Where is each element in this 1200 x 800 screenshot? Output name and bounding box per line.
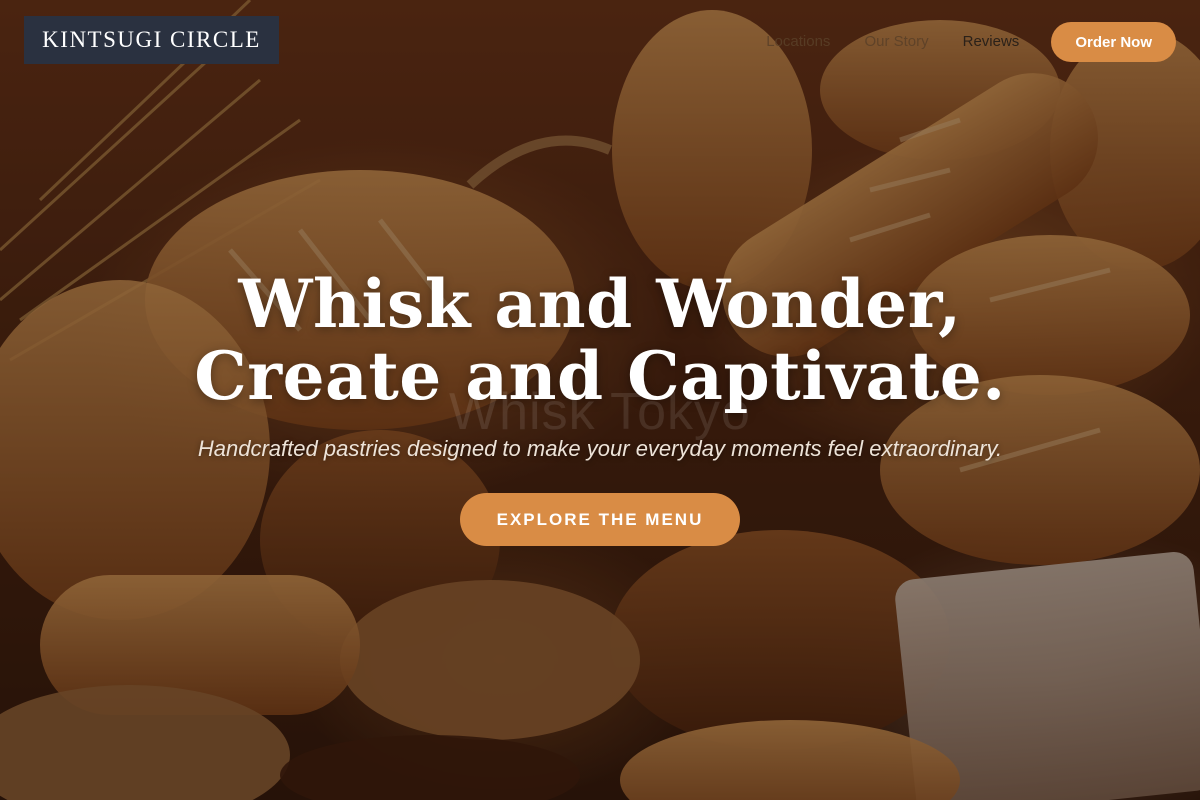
explore-menu-button[interactable]: EXPLORE THE MENU <box>460 493 740 546</box>
hero-section: KINTSUGI CIRCLE Locations Our Story Revi… <box>0 0 1200 800</box>
nav-link-our-story[interactable]: Our Story <box>864 24 928 60</box>
headline-line-1: Whisk and Wonder, <box>238 265 962 343</box>
order-now-button[interactable]: Order Now <box>1051 22 1176 62</box>
brand-logo[interactable]: KINTSUGI CIRCLE <box>24 16 279 64</box>
ghost-watermark-text: Whisk Tokyo <box>449 383 751 441</box>
hero-tagline: Handcrafted pastries designed to make yo… <box>197 436 1003 461</box>
nav-link-reviews[interactable]: Reviews <box>963 24 1020 60</box>
main-nav: Locations Our Story Reviews Order Now <box>766 22 1176 62</box>
nav-link-locations[interactable]: Locations <box>766 24 830 60</box>
